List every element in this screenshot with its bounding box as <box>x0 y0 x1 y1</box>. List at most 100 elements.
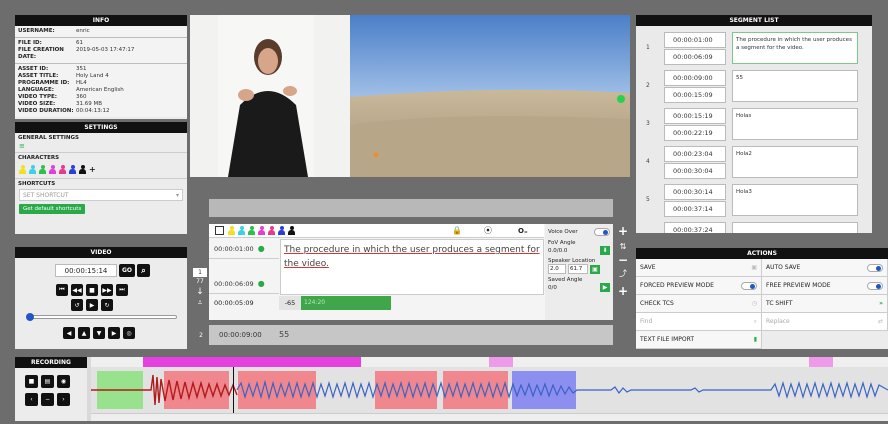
character-icon[interactable] <box>59 164 66 174</box>
minimize-icon[interactable]: − <box>41 393 54 406</box>
character-icon[interactable] <box>278 226 285 235</box>
skip-end-icon[interactable]: ⏭ <box>116 284 128 296</box>
character-icon[interactable] <box>288 226 295 235</box>
auto-save-toggle[interactable]: AUTO SAVE <box>762 259 888 276</box>
character-icon[interactable] <box>228 226 235 235</box>
lock-icon[interactable]: 🔒 <box>452 226 462 235</box>
record-icon[interactable]: ⦿ <box>484 225 492 236</box>
general-settings-icon[interactable]: ≡ <box>15 143 187 150</box>
go-button[interactable]: GO <box>119 264 135 277</box>
segment-tc-in[interactable]: 00:00:30:14 <box>664 184 726 200</box>
tc-in-field[interactable]: 00:00:01:00 ● <box>209 239 279 259</box>
next-frame-icon[interactable]: ▶▶ <box>101 284 113 296</box>
speaker-y-input[interactable]: 61.7 <box>568 264 588 274</box>
segment-tc-in[interactable]: 00:00:23:04 <box>664 146 726 162</box>
next-segment-row[interactable]: 2 00:00:09:00 55 <box>193 325 613 345</box>
camera-icon[interactable]: ■ <box>25 375 38 388</box>
segment-text[interactable] <box>732 222 858 233</box>
voice-over-toggle[interactable] <box>594 228 610 236</box>
segment-tc-in[interactable]: 00:00:15:19 <box>664 108 726 124</box>
previous-icon[interactable]: ‹ <box>25 393 38 406</box>
character-icon[interactable] <box>268 226 275 235</box>
segment-text[interactable]: The procedure in which the user produces… <box>732 32 858 64</box>
save-button[interactable]: SAVE ▣ <box>636 259 762 276</box>
segment-list-row[interactable]: 4 00:00:23:04 00:00:30:04 Hola2 <box>636 144 872 182</box>
free-preview-toggle[interactable]: FREE PREVIEW MODE <box>762 277 888 294</box>
character-icon[interactable] <box>29 164 36 174</box>
character-icon[interactable] <box>79 164 86 174</box>
stop-icon[interactable]: ■ <box>86 284 98 296</box>
timeline-scrollbar[interactable] <box>91 413 888 421</box>
segment-text[interactable]: Hola2 <box>732 146 858 178</box>
segment-text[interactable]: Hola3 <box>732 184 858 216</box>
move-left-icon[interactable]: ◀ <box>63 327 75 339</box>
seek-bar[interactable] <box>26 313 177 321</box>
character-icon[interactable] <box>19 164 26 174</box>
select-checkbox[interactable] <box>215 226 224 235</box>
remove-icon[interactable]: − <box>616 254 630 266</box>
default-shortcuts-button[interactable]: Get default shortcuts <box>19 204 86 214</box>
segment-tc-out[interactable]: 00:00:06:09 <box>664 49 726 65</box>
segment-tc-in[interactable]: 00:00:37:24 <box>664 222 726 233</box>
segment-text[interactable]: Holas <box>732 108 858 140</box>
save-location-icon[interactable]: ▣ <box>590 264 600 274</box>
segment-tc-in[interactable]: 00:00:01:00 <box>664 32 726 48</box>
character-icon[interactable] <box>69 164 76 174</box>
character-icon[interactable] <box>39 164 46 174</box>
find-input[interactable]: Find ⌕ <box>636 313 762 330</box>
tc-shift-button[interactable]: TC SHIFT» <box>762 295 888 312</box>
download-icon[interactable]: ⬇ <box>600 246 610 255</box>
key-icon[interactable]: O₌ <box>518 227 528 235</box>
segment-list-row[interactable]: 1 00:00:01:00 00:00:06:09 The procedure in … <box>636 30 872 68</box>
timer-icon[interactable]: ● <box>258 279 265 288</box>
character-icon[interactable] <box>238 226 245 235</box>
play-icon[interactable]: ▶ <box>86 299 98 311</box>
playhead[interactable] <box>233 367 234 413</box>
segment-tc-out[interactable]: 00:00:30:04 <box>664 163 726 179</box>
segment-list-row[interactable]: 3 00:00:15:19 00:00:22:19 Holas <box>636 106 872 144</box>
apply-angle-icon[interactable]: ▶ <box>600 283 610 292</box>
timecode-input[interactable]: 00:00:15:14 <box>55 264 117 277</box>
video-player[interactable] <box>190 15 630 177</box>
segment-text[interactable]: 55 <box>732 70 858 102</box>
target-icon[interactable]: ◎ <box>123 327 135 339</box>
split-icon[interactable]: ⇅ <box>616 240 630 254</box>
move-up-icon[interactable]: ▲ <box>78 327 90 339</box>
arrow-down-icon[interactable]: ↓ <box>193 286 207 298</box>
merge-down-icon[interactable]: ⩡ <box>193 298 207 308</box>
add-segment-icon[interactable]: + <box>616 222 630 240</box>
character-icon[interactable] <box>248 226 255 235</box>
skip-start-icon[interactable]: ⏮ <box>56 284 68 296</box>
character-icon[interactable] <box>258 226 265 235</box>
add-after-icon[interactable]: + <box>616 282 630 300</box>
segment-tc-in[interactable]: 00:00:09:00 <box>664 70 726 86</box>
timer-icon[interactable]: ● <box>258 244 265 253</box>
previous-frame-icon[interactable]: ◀◀ <box>71 284 83 296</box>
replace-input[interactable]: Replace ⇄ <box>762 313 888 330</box>
check-tcs-button[interactable]: CHECK TCS ◷ <box>636 295 762 312</box>
text-file-import-button[interactable]: TEXT FILE IMPORT ▮ <box>636 331 762 348</box>
search-icon[interactable]: ⌕ <box>137 264 150 277</box>
segment-tc-out[interactable]: 00:00:37:14 <box>664 201 726 217</box>
segment-tc-out[interactable]: 00:00:15:09 <box>664 87 726 103</box>
segment-list-row[interactable]: 5 00:00:30:14 00:00:37:14 Hola3 <box>636 182 872 220</box>
subtitle-text-area[interactable]: The procedure in which the user produces… <box>280 239 544 295</box>
segment-list-row[interactable]: 2 00:00:09:00 00:00:15:09 55 <box>636 68 872 106</box>
character-icon[interactable] <box>49 164 56 174</box>
waveform-timeline[interactable] <box>91 357 888 421</box>
add-character-button[interactable]: + <box>89 165 96 174</box>
tc-out-field[interactable]: 00:00:06:09 ● <box>209 274 279 294</box>
save-recording-icon[interactable]: ▤ <box>41 375 54 388</box>
forward-icon[interactable]: ↻ <box>101 299 113 311</box>
seek-handle[interactable] <box>26 313 34 321</box>
next-icon[interactable]: › <box>57 393 70 406</box>
segment-list-row[interactable]: 600:00:37:24 <box>636 220 872 233</box>
shortcut-select[interactable]: SET SHORTCUT ▾ <box>19 189 183 201</box>
speaker-x-input[interactable]: 2.0 <box>548 264 566 274</box>
record-icon[interactable]: ◉ <box>57 375 70 388</box>
forced-preview-toggle[interactable]: FORCED PREVIEW MODE <box>636 277 762 294</box>
rewind-icon[interactable]: ↺ <box>71 299 83 311</box>
move-right-icon[interactable]: ▶ <box>108 327 120 339</box>
segment-tc-out[interactable]: 00:00:22:19 <box>664 125 726 141</box>
join-icon[interactable]: ⤴ <box>616 266 630 282</box>
